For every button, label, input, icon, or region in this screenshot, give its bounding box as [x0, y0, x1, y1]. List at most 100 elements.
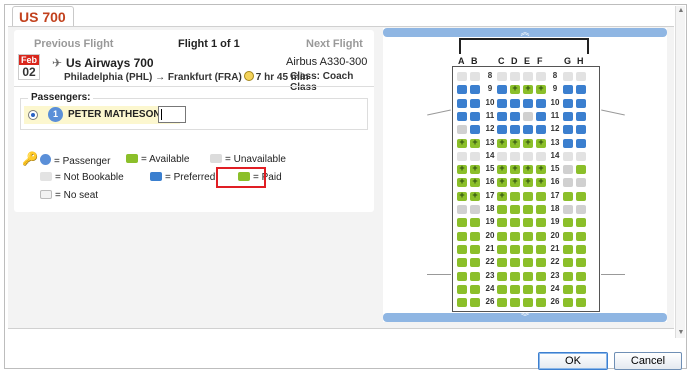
seat-23D[interactable] [510, 271, 520, 281]
seat-24G[interactable] [563, 284, 573, 294]
seat-24D[interactable] [510, 284, 520, 294]
seat-11H[interactable] [576, 111, 586, 121]
seat-22F[interactable] [536, 258, 546, 268]
seat-15D[interactable] [510, 163, 520, 175]
seat-19C[interactable] [497, 218, 507, 228]
seat-9E[interactable] [523, 83, 533, 95]
seat-17B[interactable] [470, 190, 480, 201]
seat-13B[interactable] [470, 137, 480, 148]
vertical-scrollbar[interactable]: ▲ ▼ [675, 6, 685, 338]
seat-17C[interactable] [497, 190, 507, 201]
seat-18F[interactable] [536, 205, 546, 214]
seat-9A[interactable] [457, 85, 467, 95]
seat-20C[interactable] [497, 231, 507, 241]
seat-26G[interactable] [563, 298, 573, 308]
seat-24C[interactable] [497, 284, 507, 294]
ok-button[interactable]: OK [538, 352, 608, 370]
seat-19E[interactable] [523, 218, 533, 228]
seat-19D[interactable] [510, 218, 520, 228]
seat-12D[interactable] [510, 125, 520, 135]
seat-17H[interactable] [576, 191, 586, 201]
seat-11F[interactable] [536, 111, 546, 121]
seat-11B[interactable] [470, 111, 480, 121]
seat-18E[interactable] [523, 205, 533, 214]
seat-20F[interactable] [536, 231, 546, 241]
cancel-button[interactable]: Cancel [614, 352, 682, 370]
seat-22A[interactable] [457, 258, 467, 268]
seat-10E[interactable] [523, 98, 533, 108]
seat-21E[interactable] [523, 244, 533, 254]
seat-20D[interactable] [510, 231, 520, 241]
seat-10G[interactable] [563, 98, 573, 108]
scroll-down-icon[interactable]: ▼ [676, 328, 686, 338]
seat-21F[interactable] [536, 244, 546, 254]
seat-12F[interactable] [536, 125, 546, 135]
seat-22D[interactable] [510, 258, 520, 268]
seat-20B[interactable] [470, 231, 480, 241]
seat-15C[interactable] [497, 163, 507, 175]
previous-flight-link[interactable]: Previous Flight [34, 38, 113, 50]
seat-9B[interactable] [470, 85, 480, 95]
scroll-map-up-icon[interactable]: ︽ [383, 28, 667, 37]
seat-13F[interactable] [536, 137, 546, 148]
seat-11D[interactable] [510, 111, 520, 121]
seat-12B[interactable] [470, 125, 480, 135]
seat-16C[interactable] [497, 176, 507, 188]
passenger-row[interactable]: 1 PETER MATHESON [24, 106, 186, 124]
seat-13C[interactable] [497, 137, 507, 148]
seat-12E[interactable] [523, 125, 533, 135]
seat-24A[interactable] [457, 284, 467, 294]
seat-21A[interactable] [457, 244, 467, 254]
seat-22E[interactable] [523, 258, 533, 268]
seat-26A[interactable] [457, 298, 467, 308]
seat-15H[interactable] [576, 165, 586, 175]
seat-18C[interactable] [497, 205, 507, 214]
seat-23E[interactable] [523, 271, 533, 281]
seat-12H[interactable] [576, 125, 586, 135]
seat-9F[interactable] [536, 83, 546, 95]
seat-11A[interactable] [457, 111, 467, 121]
seat-23A[interactable] [457, 271, 467, 281]
seat-17E[interactable] [523, 191, 533, 201]
scroll-map-down-icon[interactable]: ︾ [383, 313, 667, 322]
seat-15E[interactable] [523, 163, 533, 175]
seat-19H[interactable] [576, 218, 586, 228]
seat-21C[interactable] [497, 244, 507, 254]
seat-21B[interactable] [470, 244, 480, 254]
seat-16B[interactable] [470, 176, 480, 188]
seat-16E[interactable] [523, 176, 533, 188]
next-flight-link[interactable]: Next Flight [306, 38, 363, 50]
seat-23B[interactable] [470, 271, 480, 281]
seat-19F[interactable] [536, 218, 546, 228]
seat-13E[interactable] [523, 137, 533, 148]
seat-26B[interactable] [470, 298, 480, 308]
seat-22H[interactable] [576, 258, 586, 268]
seat-15F[interactable] [536, 163, 546, 175]
seat-24E[interactable] [523, 284, 533, 294]
seat-17D[interactable] [510, 191, 520, 201]
seat-16D[interactable] [510, 176, 520, 188]
passenger-radio[interactable] [28, 110, 38, 120]
seat-9G[interactable] [563, 85, 573, 95]
seat-13G[interactable] [563, 138, 573, 148]
tab-flight[interactable]: US 700 [12, 6, 74, 26]
seat-11G[interactable] [563, 111, 573, 121]
scroll-up-icon[interactable]: ▲ [676, 6, 686, 16]
seat-23G[interactable] [563, 271, 573, 281]
seat-10F[interactable] [536, 98, 546, 108]
seat-10A[interactable] [457, 98, 467, 108]
seat-26F[interactable] [536, 298, 546, 308]
seat-26E[interactable] [523, 298, 533, 308]
seat-17G[interactable] [563, 191, 573, 201]
seat-17F[interactable] [536, 191, 546, 201]
seat-9D[interactable] [510, 83, 520, 95]
seat-24F[interactable] [536, 284, 546, 294]
seat-16F[interactable] [536, 176, 546, 188]
seat-19B[interactable] [470, 218, 480, 228]
seat-20A[interactable] [457, 231, 467, 241]
seat-11C[interactable] [497, 111, 507, 121]
seat-26D[interactable] [510, 298, 520, 308]
seat-18D[interactable] [510, 205, 520, 214]
seat-13A[interactable] [457, 137, 467, 148]
seat-10H[interactable] [576, 98, 586, 108]
